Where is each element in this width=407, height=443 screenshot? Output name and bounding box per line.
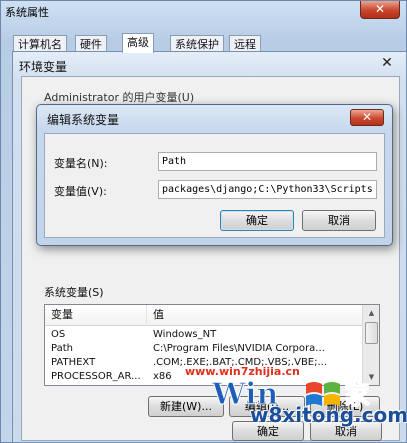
close-icon: ✕ <box>374 2 386 16</box>
edit-dialog-client: 变量名(N): Path 变量值(V): packages\django;C:\… <box>44 133 385 238</box>
cancel-button[interactable]: 取消 <box>302 210 376 231</box>
edit-system-variable-dialog: 编辑系统变量 ✕ 变量名(N): Path 变量值(V): packages\d… <box>36 104 393 246</box>
edit-dialog-close-button[interactable]: ✕ <box>350 109 384 126</box>
variable-name-label: 变量名(N): <box>54 157 108 170</box>
table-row[interactable]: Path C:\Program Files\NVIDIA Corpora... <box>45 342 363 356</box>
system-variables-label: 系统变量(S) <box>44 286 104 299</box>
tab-advanced[interactable]: 高级 <box>122 33 154 53</box>
system-properties-close-button[interactable]: ✕ <box>360 1 400 19</box>
row-variable-value: C:\Program Files\NVIDIA Corpora... <box>153 343 325 354</box>
table-scrollbar[interactable]: ▲ ▼ <box>362 305 379 385</box>
column-header-variable[interactable]: 变量 <box>45 305 147 326</box>
column-header-value[interactable]: 值 <box>147 305 363 326</box>
scroll-up-arrow-icon[interactable]: ▲ <box>364 305 379 321</box>
variable-value-label: 变量值(V): <box>54 185 107 198</box>
table-row[interactable]: OS Windows_NT <box>45 328 363 342</box>
user-variables-label: Administrator 的用户变量(U) <box>44 91 195 104</box>
close-icon: ✕ <box>361 110 373 124</box>
watermark-domain: w8xitong.com <box>250 403 407 427</box>
environment-variables-title: 环境变量 <box>19 60 68 74</box>
variable-value-input[interactable]: packages\django;C:\Python33\Scripts <box>158 180 377 199</box>
row-variable-name: OS <box>51 329 66 340</box>
table-header: 变量 值 <box>45 305 363 326</box>
row-variable-value: Windows_NT <box>153 329 217 340</box>
row-variable-name: PROCESSOR_AR... <box>51 371 141 382</box>
row-variable-name: PATHEXT <box>51 357 96 368</box>
close-icon: ✕ <box>381 55 393 71</box>
row-variable-name: Path <box>51 343 73 354</box>
environment-variables-close-button[interactable]: ✕ <box>374 56 400 72</box>
ok-button[interactable]: 确定 <box>220 210 294 231</box>
variable-name-input[interactable]: Path <box>158 152 377 171</box>
edit-dialog-title: 编辑系统变量 <box>47 113 120 127</box>
scroll-thumb[interactable] <box>365 322 378 344</box>
system-properties-title: 系统属性 <box>5 6 49 19</box>
